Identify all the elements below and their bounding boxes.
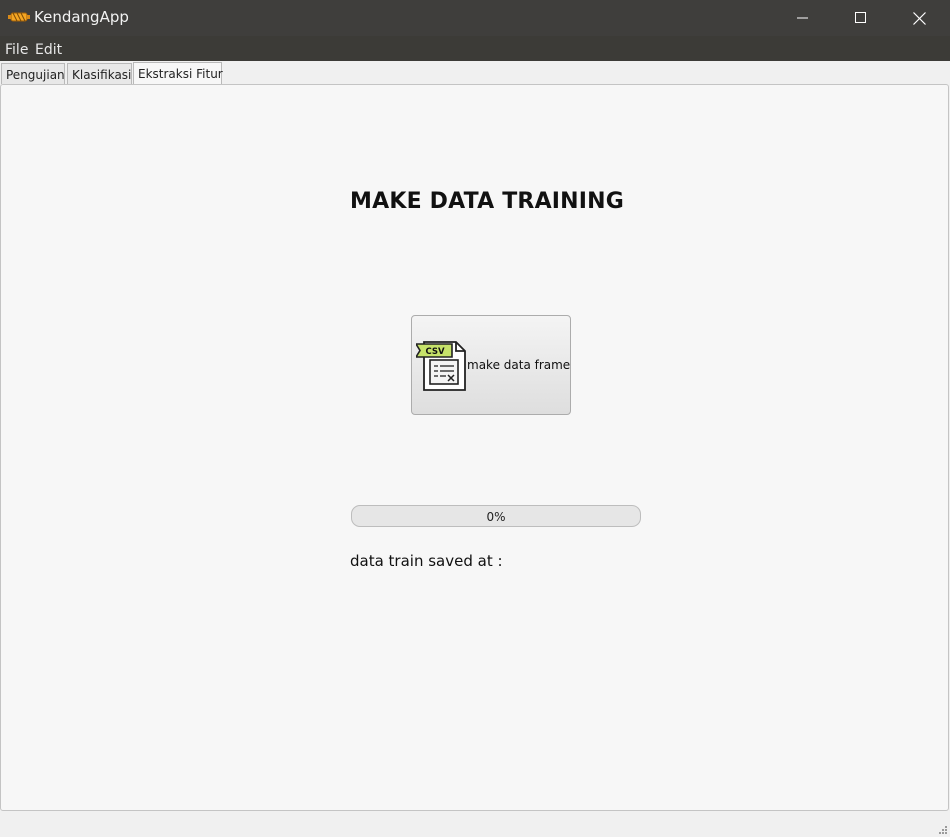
tab-klasifikasi[interactable]: Klasifikasi — [67, 63, 132, 84]
resize-grip-icon[interactable] — [938, 825, 948, 835]
csv-file-icon: CSV — [416, 341, 466, 391]
progress-bar: 0% — [351, 505, 641, 527]
tab-pengujian[interactable]: Pengujian — [1, 63, 65, 84]
close-button[interactable] — [890, 0, 948, 36]
saved-path-label: data train saved at : — [350, 552, 503, 570]
csv-label: CSV — [425, 347, 445, 357]
menu-edit[interactable]: Edit — [35, 42, 62, 58]
close-icon — [912, 11, 926, 25]
title-bar: KendangApp — [0, 0, 950, 36]
make-data-frame-button[interactable]: CSV make data frame — [411, 315, 571, 415]
menu-file[interactable]: File — [5, 42, 28, 58]
minimize-button[interactable] — [774, 0, 832, 36]
window-title: KendangApp — [34, 8, 129, 26]
page-title: MAKE DATA TRAINING — [350, 189, 625, 214]
tab-ekstraksi-fitur[interactable]: Ekstraksi Fitur — [133, 62, 223, 85]
maximize-icon — [855, 12, 866, 23]
drum-icon — [8, 12, 30, 22]
make-data-frame-label: make data frame — [467, 358, 571, 372]
menu-bar: File Edit — [0, 36, 950, 61]
progress-text: 0% — [486, 510, 506, 524]
status-bar — [0, 811, 950, 837]
tab-bar: Pengujian Klasifikasi Ekstraksi Fitur — [0, 61, 950, 85]
maximize-button[interactable] — [832, 0, 890, 36]
minimize-icon — [797, 17, 808, 19]
